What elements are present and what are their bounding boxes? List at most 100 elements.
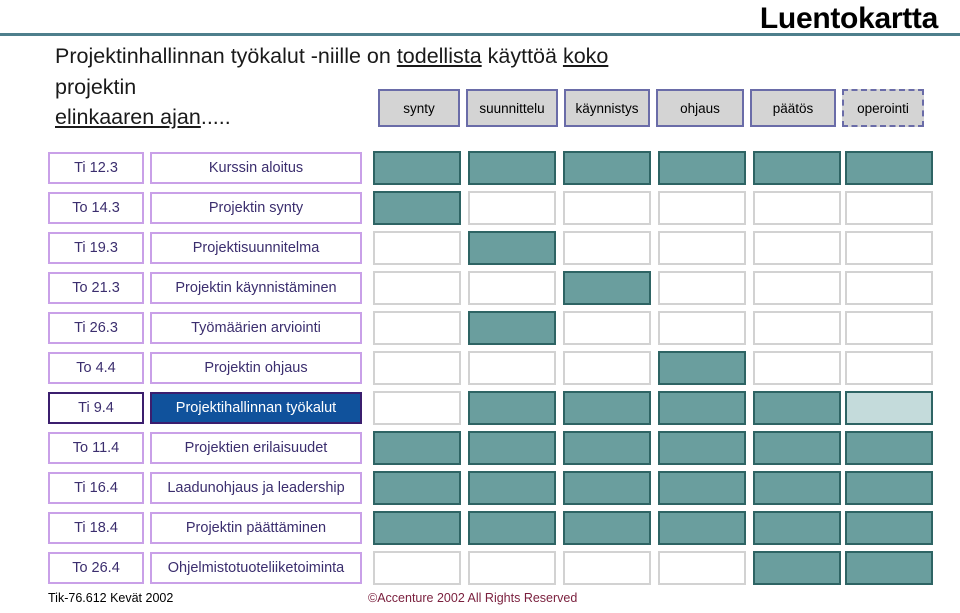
row-topic[interactable]: Kurssin aloitus <box>150 152 362 184</box>
page-title: Luentokartta <box>759 2 938 35</box>
table-row[interactable]: Ti 12.3 Kurssin aloitus <box>0 148 960 188</box>
table-row[interactable]: To 26.4 Ohjelmistotuoteliiketoiminta <box>0 548 960 588</box>
phase-cell <box>373 231 461 265</box>
row-topic[interactable]: Ohjelmistotuoteliiketoiminta <box>150 552 362 584</box>
phase-cell <box>468 471 556 505</box>
phase-cell <box>658 511 746 545</box>
headline-emphasis-todellista: todellista <box>396 44 482 68</box>
headline-text-1: Projektinhallinnan työkalut -niille on <box>55 44 397 68</box>
phase-cell <box>658 391 746 425</box>
row-topic[interactable]: Laadunohjaus ja leadership <box>150 472 362 504</box>
row-topic[interactable]: Projektin päättäminen <box>150 512 362 544</box>
table-row[interactable]: Ti 19.3 Projektisuunnitelma <box>0 228 960 268</box>
phase-legend-5[interactable]: operointi <box>842 89 924 127</box>
phase-cell <box>373 151 461 185</box>
row-date: To 11.4 <box>48 432 144 464</box>
row-phase-grid <box>373 471 933 505</box>
phase-legend-4[interactable]: päätös <box>750 89 836 127</box>
phase-legend-2[interactable]: käynnistys <box>564 89 650 127</box>
row-topic[interactable]: Projektisuunnitelma <box>150 232 362 264</box>
headline-text-4: ..... <box>200 105 231 130</box>
phase-cell <box>658 551 746 585</box>
row-topic[interactable]: Työmäärien arviointi <box>150 312 362 344</box>
phase-cell <box>563 551 651 585</box>
phase-cell <box>845 431 933 465</box>
footer-copyright: ©Accenture 2002 All Rights Reserved <box>368 591 578 605</box>
row-topic[interactable]: Projektin käynnistäminen <box>150 272 362 304</box>
phase-cell <box>373 391 461 425</box>
phase-cell <box>753 551 841 585</box>
row-topic[interactable]: Projektien erilaisuudet <box>150 432 362 464</box>
table-row[interactable]: To 21.3 Projektin käynnistäminen <box>0 268 960 308</box>
phase-legend: synty suunnittelu käynnistys ohjaus päätös op… <box>378 89 924 127</box>
row-phase-grid <box>373 511 933 545</box>
phase-legend-label: päätös <box>772 100 814 116</box>
row-date: Ti 18.4 <box>48 512 144 544</box>
phase-cell <box>753 271 841 305</box>
phase-legend-3[interactable]: ohjaus <box>656 89 744 127</box>
headline-emphasis-koko: koko <box>562 44 609 68</box>
phase-cell <box>563 231 651 265</box>
table-row[interactable]: To 11.4 Projektien erilaisuudet <box>0 428 960 468</box>
phase-cell <box>468 431 556 465</box>
phase-cell <box>563 351 651 385</box>
phase-cell <box>468 551 556 585</box>
row-topic[interactable]: Projektin ohjaus <box>150 352 362 384</box>
phase-cell <box>845 151 933 185</box>
row-date: Ti 26.3 <box>48 312 144 344</box>
row-date: To 4.4 <box>48 352 144 384</box>
phase-cell <box>845 391 933 425</box>
phase-cell <box>658 151 746 185</box>
row-topic[interactable]: Projektin synty <box>150 192 362 224</box>
row-phase-grid <box>373 271 933 305</box>
phase-cell <box>373 551 461 585</box>
row-date: Ti 12.3 <box>48 152 144 184</box>
headline-text-3: projektin <box>55 74 137 99</box>
phase-cell <box>845 551 933 585</box>
phase-cell <box>468 271 556 305</box>
phase-cell <box>563 191 651 225</box>
phase-cell <box>658 191 746 225</box>
row-phase-grid <box>373 391 933 425</box>
row-phase-grid <box>373 151 933 185</box>
phase-cell <box>753 311 841 345</box>
phase-cell <box>373 191 461 225</box>
phase-legend-0[interactable]: synty <box>378 89 460 127</box>
phase-cell <box>753 391 841 425</box>
phase-cell <box>658 471 746 505</box>
phase-legend-1[interactable]: suunnittelu <box>466 89 558 127</box>
table-row[interactable]: To 4.4 Projektin ohjaus <box>0 348 960 388</box>
phase-cell <box>658 431 746 465</box>
headline-text-2: käyttöä <box>481 44 563 68</box>
phase-cell <box>563 271 651 305</box>
phase-cell <box>373 311 461 345</box>
phase-cell <box>468 231 556 265</box>
table-row[interactable]: Ti 9.4 Projektihallinnan työkalut <box>0 388 960 428</box>
phase-cell <box>753 511 841 545</box>
table-row[interactable]: Ti 18.4 Projektin päättäminen <box>0 508 960 548</box>
table-row[interactable]: Ti 16.4 Laadunohjaus ja leadership <box>0 468 960 508</box>
phase-cell <box>563 311 651 345</box>
phase-cell <box>845 271 933 305</box>
phase-cell <box>563 391 651 425</box>
row-date: Ti 9.4 <box>48 392 144 424</box>
table-row[interactable]: Ti 26.3 Työmäärien arviointi <box>0 308 960 348</box>
row-date: To 21.3 <box>48 272 144 304</box>
phase-cell <box>845 471 933 505</box>
phase-cell <box>753 351 841 385</box>
phase-cell <box>373 511 461 545</box>
row-phase-grid <box>373 191 933 225</box>
phase-legend-label: suunnittelu <box>479 100 545 116</box>
phase-cell <box>845 311 933 345</box>
phase-cell <box>658 231 746 265</box>
row-date: To 26.4 <box>48 552 144 584</box>
phase-cell <box>753 191 841 225</box>
row-phase-grid <box>373 351 933 385</box>
phase-cell <box>373 271 461 305</box>
phase-cell <box>373 431 461 465</box>
phase-cell <box>658 271 746 305</box>
row-phase-grid <box>373 551 933 585</box>
row-topic[interactable]: Projektihallinnan työkalut <box>150 392 362 424</box>
phase-cell <box>468 391 556 425</box>
table-row[interactable]: To 14.3 Projektin synty <box>0 188 960 228</box>
